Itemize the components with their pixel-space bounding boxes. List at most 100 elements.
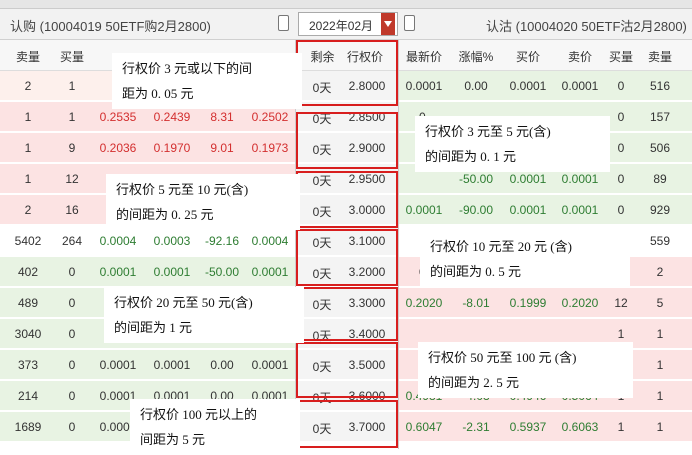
call-quote-cell: 2 [24, 79, 32, 93]
strike-highlight-box [296, 229, 398, 286]
put-quote-cell: 0 [617, 141, 625, 155]
call-quote-cell: 1 [24, 141, 32, 155]
call-quote-cell: 0.0001 [99, 358, 137, 372]
chevron-down-icon[interactable] [381, 13, 395, 35]
call-quote-cell: 16 [65, 203, 79, 217]
put-quote-cell: -50.00 [458, 172, 494, 186]
strike-highlight-box [296, 112, 398, 169]
col-header[interactable]: 买量 [606, 48, 636, 65]
put-quote-cell: 0.0001 [405, 79, 443, 93]
put-quote-cell: 0.0001 [405, 203, 443, 217]
call-quote-cell: 0.2502 [251, 110, 289, 124]
put-quote-cell: 2 [656, 265, 664, 279]
top-toolbar-strip [0, 0, 692, 9]
put-quote-cell: 1 [656, 327, 664, 341]
put-quote-cell: 0.6063 [561, 420, 599, 434]
put-quote-cell: 0.1999 [509, 296, 547, 310]
call-quote-cell: 9.01 [210, 141, 234, 155]
put-quote-cell: 0.0001 [561, 203, 599, 217]
call-quote-cell: 5402 [14, 234, 42, 248]
call-quote-cell: 0.2036 [99, 141, 137, 155]
call-quote-cell: 0.0001 [153, 265, 191, 279]
put-quote-cell: 0 [617, 172, 625, 186]
put-quote-cell: -2.31 [462, 420, 490, 434]
call-quote-cell: 0.0001 [251, 265, 289, 279]
put-quote-cell: 5 [656, 296, 664, 310]
call-quote-cell: 0.0004 [251, 234, 289, 248]
put-quote-cell: 1 [617, 327, 625, 341]
put-quote-cell: 1 [656, 358, 664, 372]
call-quote-cell: -50.00 [204, 265, 240, 279]
annotation-note: 行权价 3 元或以下的间 距为 0. 05 元 [112, 53, 302, 109]
put-quote-cell: 0 [617, 110, 625, 124]
call-quote-cell: 0.0001 [251, 358, 289, 372]
call-quote-cell: 1689 [14, 420, 42, 434]
put-quote-cell: 0.2020 [561, 296, 599, 310]
annotation-note: 行权价 3 元至 5 元(含) 的间距为 0. 1 元 [415, 116, 610, 172]
put-quote-cell: 0.0001 [509, 79, 547, 93]
put-quote-cell: 157 [649, 110, 671, 124]
call-quote-cell: 0.1973 [251, 141, 289, 155]
call-quote-cell: 489 [17, 296, 39, 310]
put-quote-cell: 0.6047 [405, 420, 443, 434]
put-quote-cell: -90.00 [458, 203, 494, 217]
expiry-month-value: 2022年02月 [309, 19, 374, 33]
call-quote-cell: 0.2535 [99, 110, 137, 124]
call-quote-cell: 0.0001 [99, 265, 137, 279]
call-quote-cell: 0.0003 [153, 234, 191, 248]
column-divider [398, 40, 399, 449]
strike-highlight-box [296, 40, 398, 106]
call-quote-cell: 0 [68, 265, 76, 279]
put-quote-cell: 0.2020 [405, 296, 443, 310]
call-quote-cell: 0 [68, 420, 76, 434]
col-header[interactable]: 最新价 [400, 48, 448, 65]
call-quote-cell: 0.00 [210, 358, 234, 372]
col-header[interactable]: 买量 [52, 48, 92, 65]
put-quote-cell: -8.01 [462, 296, 490, 310]
put-checkbox[interactable] [404, 15, 415, 31]
put-quote-cell: 1 [656, 420, 664, 434]
call-quote-cell: 0 [68, 358, 76, 372]
option-chain-header: 认购 (10004019 50ETF购2月2800) 2022年02月 认沽 (… [0, 9, 692, 40]
col-header[interactable]: 卖量 [640, 48, 680, 65]
call-quote-cell: 373 [17, 358, 39, 372]
put-quote-cell: 0.0001 [561, 172, 599, 186]
call-quote-cell: 0 [68, 389, 76, 403]
put-quote-cell: 1 [656, 389, 664, 403]
call-quote-cell: 1 [68, 79, 76, 93]
annotation-note: 行权价 10 元至 20 元 (含) 的间距为 0. 5 元 [420, 231, 630, 287]
put-quote-cell: 1 [617, 420, 625, 434]
call-quote-cell: 1 [24, 172, 32, 186]
call-quote-cell: 8.31 [210, 110, 234, 124]
call-quote-cell: 402 [17, 265, 39, 279]
strike-highlight-box [296, 287, 398, 341]
put-quote-cell: 559 [649, 234, 671, 248]
call-quote-cell: 0.0004 [99, 234, 137, 248]
call-quote-cell: 1 [68, 110, 76, 124]
call-quote-cell: 0.2439 [153, 110, 191, 124]
put-quote-cell: 0 [617, 203, 625, 217]
put-contract-title: 认沽 (10004020 50ETF沽2月2800) [486, 19, 687, 34]
call-quote-cell: -92.16 [204, 234, 240, 248]
put-quote-cell: 0.0001 [561, 79, 599, 93]
call-quote-cell: 0.0001 [153, 358, 191, 372]
call-quote-cell: 214 [17, 389, 39, 403]
call-quote-cell: 2 [24, 203, 32, 217]
call-quote-cell: 3040 [14, 327, 42, 341]
put-quote-cell: 0.00 [464, 79, 488, 93]
col-header[interactable]: 买价 [504, 48, 552, 65]
call-checkbox[interactable] [278, 15, 289, 31]
put-quote-cell: 516 [649, 79, 671, 93]
call-contract-title: 认购 (10004019 50ETF购2月2800) [10, 19, 211, 34]
call-quote-cell: 0 [68, 296, 76, 310]
call-quote-cell: 12 [65, 172, 79, 186]
annotation-note: 行权价 50 元至 100 元 (含) 的间距为 2. 5 元 [418, 342, 633, 398]
put-quote-cell: 0.0001 [509, 172, 547, 186]
col-header[interactable]: 卖价 [556, 48, 604, 65]
call-quote-cell: 264 [61, 234, 83, 248]
col-header[interactable]: 卖量 [8, 48, 48, 65]
col-header[interactable]: 涨幅% [452, 48, 500, 65]
annotation-note: 行权价 5 元至 10 元(含) 的间距为 0. 25 元 [106, 174, 300, 230]
put-quote-cell: 12 [614, 296, 628, 310]
put-quote-cell: 0.0001 [509, 203, 547, 217]
